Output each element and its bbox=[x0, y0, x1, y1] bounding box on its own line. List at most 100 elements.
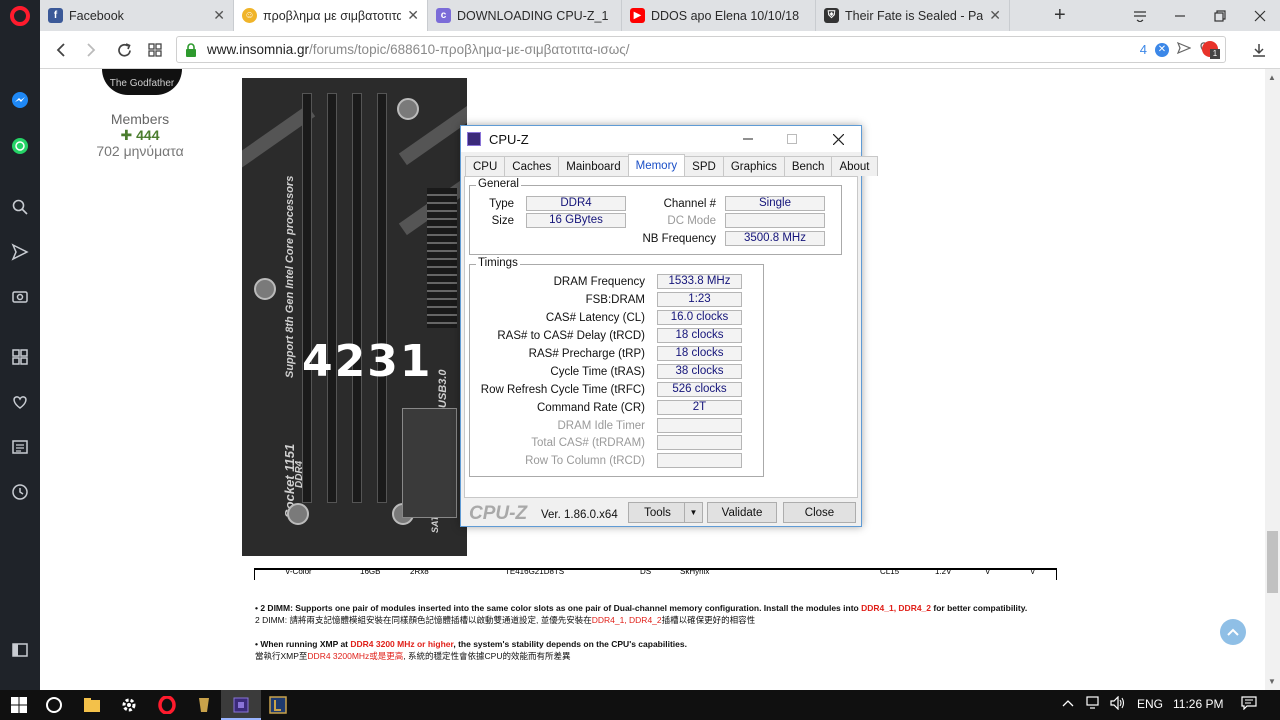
whatsapp-icon[interactable] bbox=[8, 134, 32, 158]
tab-caches[interactable]: Caches bbox=[504, 156, 560, 176]
scroll-thumb[interactable] bbox=[1267, 531, 1278, 593]
note-highlight: DDR4_1, DDR4_2 bbox=[861, 603, 932, 613]
file-explorer-icon[interactable] bbox=[82, 695, 102, 715]
tab-forum[interactable]: ☺ προβλημα με σιμβατοτιτα ✕ bbox=[234, 0, 428, 31]
scroll-down-icon[interactable]: ▼ bbox=[1268, 677, 1276, 686]
tab-bench[interactable]: Bench bbox=[783, 156, 833, 176]
timing-value: 16.0 clocks bbox=[657, 310, 742, 325]
note-highlight: DDR4 3200 MHz or higher bbox=[350, 639, 454, 649]
timing-value: 2T bbox=[657, 400, 742, 415]
cpuz-window[interactable]: CPU-Z CPU Caches Mainboard Memory SPD Gr… bbox=[460, 125, 878, 527]
adblock-icon[interactable]: ✕ bbox=[1155, 42, 1169, 57]
window-close-icon[interactable] bbox=[1240, 0, 1280, 31]
tab-title: DDOS apo Elena 10/10/18 bbox=[651, 8, 800, 23]
speed-dial-icon[interactable] bbox=[8, 345, 32, 369]
table-cell: TE416G21D8TS bbox=[505, 567, 565, 576]
clock[interactable]: 11:26 PM bbox=[1173, 697, 1223, 711]
app-taskbar-icon[interactable] bbox=[268, 695, 288, 715]
news-icon[interactable] bbox=[8, 435, 32, 459]
settings-gear-icon[interactable] bbox=[119, 695, 139, 715]
note-text: • 2 DIMM: Supports one pair of modules i… bbox=[255, 603, 862, 613]
tab-cpu[interactable]: CPU bbox=[465, 156, 506, 176]
avatar-text: The Godfather bbox=[109, 78, 175, 89]
spec-table-row: V-Color 16GB 2Rx8 TE416G21D8TS DS SkHyni… bbox=[254, 567, 1057, 580]
tab-youtube[interactable]: ▶ DDOS apo Elena 10/10/18 bbox=[622, 0, 816, 31]
address-bar[interactable]: www.insomnia.gr/forums/topic/688610-προβ… bbox=[176, 36, 1226, 63]
tab-about[interactable]: About bbox=[831, 156, 878, 176]
opera-icon[interactable] bbox=[157, 695, 177, 715]
opera-menu-icon[interactable] bbox=[10, 6, 30, 26]
tab-cpuz-download[interactable]: c DOWNLOADING CPU-Z_1 bbox=[428, 0, 622, 31]
windows-taskbar: ENG 11:26 PM bbox=[0, 690, 1280, 720]
extension-icon[interactable]: 1 bbox=[1202, 41, 1220, 59]
close-button[interactable]: Close bbox=[783, 502, 856, 523]
volume-icon[interactable] bbox=[1110, 695, 1126, 713]
send-icon[interactable] bbox=[1176, 41, 1192, 57]
reload-icon[interactable] bbox=[113, 39, 135, 61]
cortana-icon[interactable] bbox=[44, 695, 64, 715]
game-launcher-icon[interactable] bbox=[194, 695, 214, 715]
close-icon[interactable]: ✕ bbox=[989, 7, 1001, 24]
language-indicator[interactable]: ENG bbox=[1137, 697, 1163, 711]
decor-stripe bbox=[398, 84, 467, 166]
nbfreq-label: NB Frequency bbox=[642, 233, 716, 245]
cpuid-icon: c bbox=[436, 8, 451, 23]
mobo-label: Support 8th Gen Intel Core processors bbox=[284, 175, 296, 378]
channel-value: Single bbox=[725, 196, 825, 211]
youtube-icon: ▶ bbox=[630, 8, 645, 23]
close-icon[interactable]: ✕ bbox=[213, 7, 225, 24]
tab-fate-sealed[interactable]: ⛨ Their Fate is Sealed - Pant ✕ bbox=[816, 0, 1010, 31]
close-icon[interactable]: ✕ bbox=[407, 7, 419, 24]
group-title: General bbox=[476, 178, 521, 190]
scroll-to-top-button[interactable] bbox=[1220, 619, 1246, 645]
table-cell: 1.2V bbox=[935, 567, 952, 576]
history-icon[interactable] bbox=[8, 480, 32, 504]
restore-icon[interactable] bbox=[1200, 0, 1240, 31]
speed-dial-grid-icon[interactable] bbox=[144, 39, 166, 61]
note-text: 2 DIMM: 請將兩支記憶體模組安裝在同樣顏色記憶體插槽以啟動雙通道設定, 並… bbox=[255, 615, 592, 625]
size-label: Size bbox=[491, 215, 514, 227]
snapshot-icon[interactable] bbox=[8, 284, 32, 308]
back-icon[interactable] bbox=[50, 39, 72, 61]
reputation-value: 444 bbox=[136, 127, 160, 143]
sidebar-toggle-icon[interactable] bbox=[8, 638, 32, 662]
page-scrollbar[interactable]: ▲ ▼ bbox=[1265, 69, 1280, 690]
cpuz-taskbar-icon[interactable] bbox=[231, 695, 251, 715]
tab-mainboard[interactable]: Mainboard bbox=[558, 156, 629, 176]
xmp-note-en: • When running XMP at DDR4 3200 MHz or h… bbox=[255, 639, 687, 649]
tab-menu-icon[interactable] bbox=[1120, 0, 1160, 31]
network-icon[interactable] bbox=[1086, 696, 1102, 713]
tab-graphics[interactable]: Graphics bbox=[722, 156, 785, 176]
tab-memory[interactable]: Memory bbox=[627, 154, 686, 176]
tray-expand-icon[interactable] bbox=[1062, 696, 1074, 710]
timing-value bbox=[657, 418, 742, 433]
tab-title: Facebook bbox=[69, 8, 124, 23]
action-center-icon[interactable] bbox=[1241, 696, 1257, 713]
download-icon[interactable] bbox=[1248, 39, 1270, 61]
dropdown-arrow-icon[interactable]: ▼ bbox=[684, 503, 702, 522]
search-icon[interactable] bbox=[8, 195, 32, 219]
validate-button[interactable]: Validate bbox=[707, 502, 777, 523]
avatar[interactable]: The Godfather bbox=[102, 69, 182, 95]
close-icon[interactable] bbox=[815, 126, 861, 152]
minimize-icon[interactable] bbox=[1160, 0, 1200, 31]
minimize-icon[interactable] bbox=[725, 126, 771, 152]
tab-spd[interactable]: SPD bbox=[684, 156, 724, 176]
windows-start-icon[interactable] bbox=[9, 695, 29, 715]
timing-label: DRAM Idle Timer bbox=[557, 420, 645, 432]
bookmarks-heart-icon[interactable] bbox=[8, 390, 32, 414]
flow-icon[interactable] bbox=[8, 240, 32, 264]
size-value: 16 GBytes bbox=[526, 213, 626, 228]
tab-facebook[interactable]: f Facebook ✕ bbox=[40, 0, 234, 31]
channel-label: Channel # bbox=[663, 198, 716, 210]
mobo-label: USB3.0 bbox=[437, 369, 449, 408]
new-tab-button[interactable]: + bbox=[1054, 4, 1066, 27]
scroll-up-icon[interactable]: ▲ bbox=[1268, 73, 1276, 82]
tools-button[interactable]: Tools ▼ bbox=[628, 502, 703, 523]
cpuz-titlebar[interactable]: CPU-Z bbox=[461, 126, 861, 152]
motherboard-photo[interactable]: Support 8th Gen Intel Core processors So… bbox=[242, 78, 467, 556]
messenger-icon[interactable] bbox=[8, 88, 32, 112]
forward-icon[interactable] bbox=[80, 39, 102, 61]
dcmode-value bbox=[725, 213, 825, 228]
table-cell: 2Rx8 bbox=[410, 567, 429, 576]
